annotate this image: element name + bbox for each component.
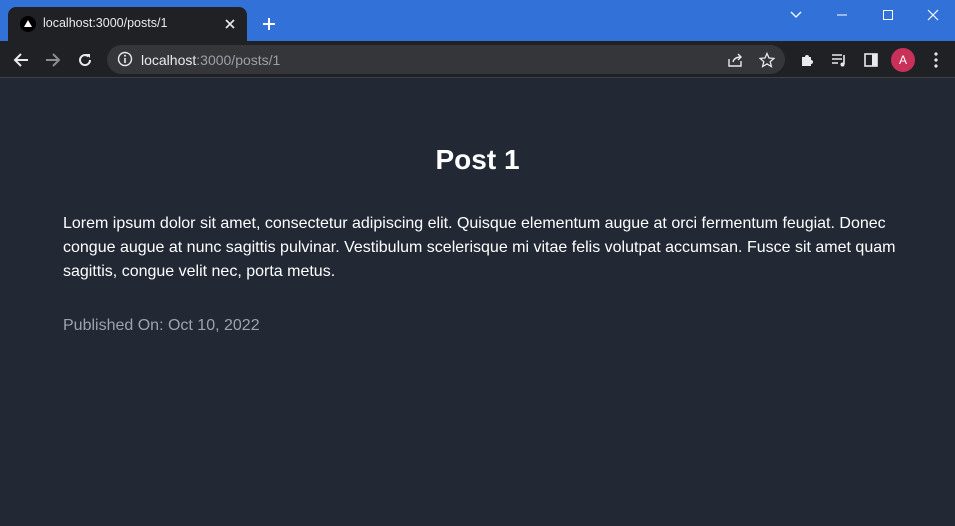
address-bar[interactable]: localhost:3000/posts/1 <box>107 45 785 74</box>
menu-kebab-icon[interactable] <box>922 46 950 74</box>
back-arrow-icon[interactable] <box>7 46 35 74</box>
url-text[interactable]: localhost:3000/posts/1 <box>141 52 280 68</box>
browser-toolbar: localhost:3000/posts/1 A <box>0 41 955 78</box>
maximize-icon[interactable] <box>865 0 911 30</box>
side-panel-icon[interactable] <box>857 46 885 74</box>
profile-avatar[interactable]: A <box>891 48 915 72</box>
minimize-icon[interactable] <box>819 0 865 30</box>
tab-close-icon[interactable] <box>220 14 240 34</box>
page-content: Post 1 Lorem ipsum dolor sit amet, conse… <box>0 78 955 526</box>
close-window-icon[interactable] <box>910 0 955 30</box>
tab-title: localhost:3000/posts/1 <box>43 16 168 30</box>
media-queue-icon[interactable] <box>825 46 853 74</box>
site-info-icon[interactable] <box>117 51 133 67</box>
bookmark-star-icon[interactable] <box>756 49 778 71</box>
published-date: Oct 10, 2022 <box>167 317 260 334</box>
tab-search-icon[interactable] <box>773 0 819 30</box>
share-icon[interactable] <box>724 49 746 71</box>
nextjs-favicon-icon <box>20 16 36 32</box>
url-host: localhost <box>141 52 197 68</box>
reload-icon[interactable] <box>71 46 99 74</box>
post-title: Post 1 <box>435 144 520 175</box>
browser-title-bar: localhost:3000/posts/1 <box>0 0 955 41</box>
new-tab-button[interactable] <box>257 12 281 36</box>
forward-arrow-icon[interactable] <box>39 46 67 74</box>
extensions-puzzle-icon[interactable] <box>793 46 821 74</box>
url-path: :3000/posts/1 <box>196 52 281 68</box>
post-body: Lorem ipsum dolor sit amet, consectetur … <box>63 215 896 280</box>
browser-tab[interactable]: localhost:3000/posts/1 <box>8 7 247 41</box>
published-label: Published On: <box>63 317 164 334</box>
published-info: Published On: Oct 10, 2022 <box>63 317 260 335</box>
